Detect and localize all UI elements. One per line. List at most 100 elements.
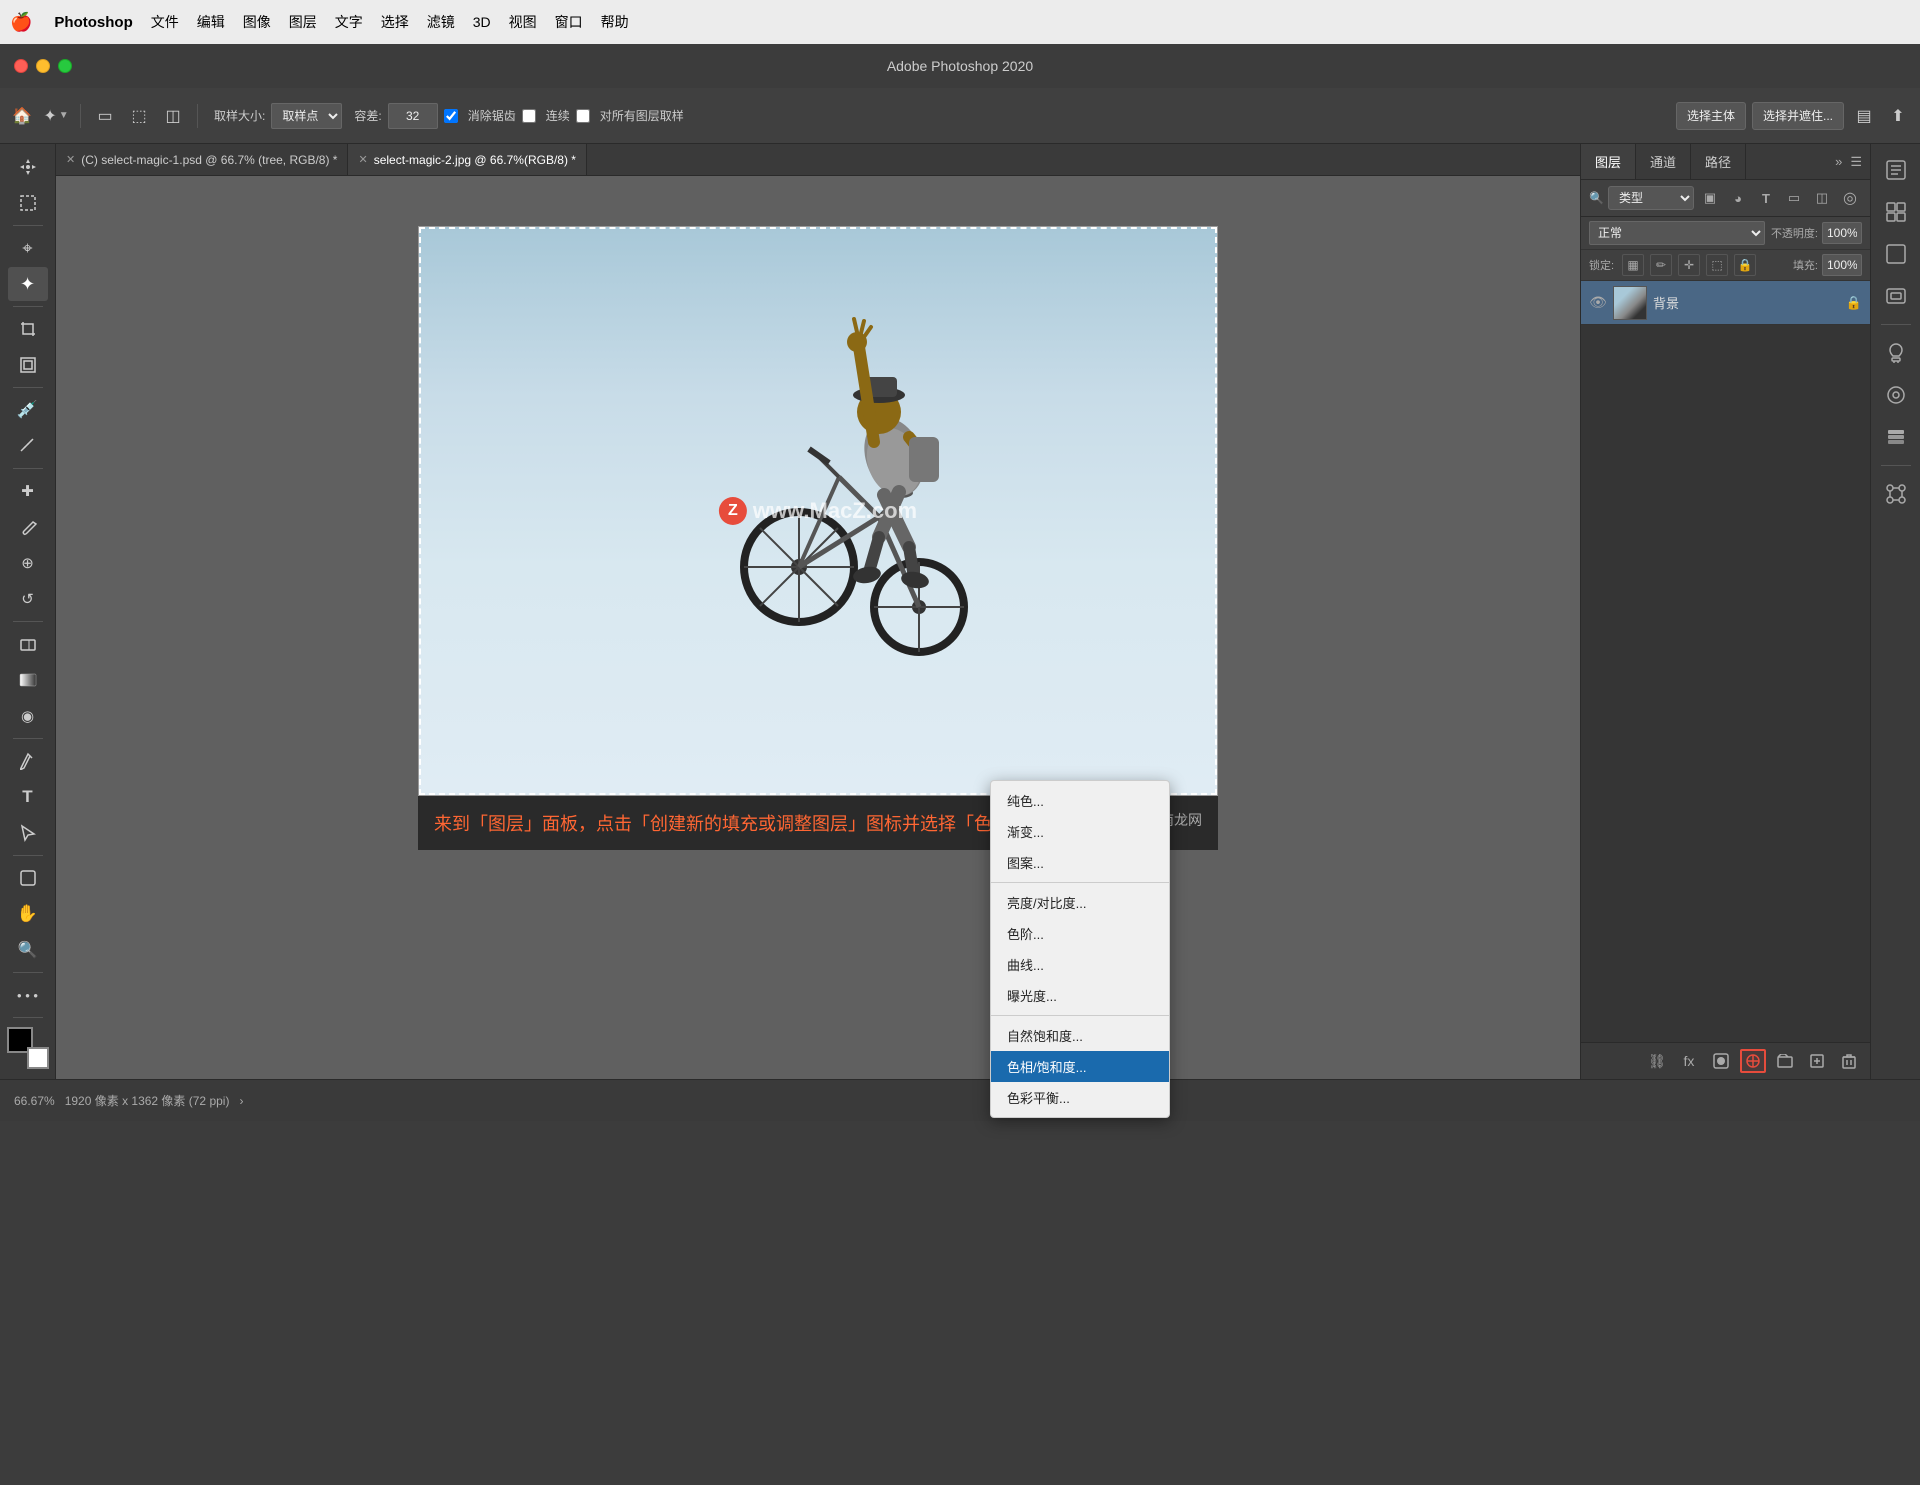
dropdown-item-hue-saturation[interactable]: 色相/饱和度... [991,1051,1169,1082]
dropdown-item-brightness[interactable]: 亮度/对比度... [991,887,1169,918]
panel-tab-layers[interactable]: 图层 [1581,144,1636,179]
tool-marquee[interactable] [8,186,48,220]
panel-menu-icon[interactable]: ☰ [1850,154,1862,170]
tool-shape[interactable] [8,861,48,895]
panel-tab-channels[interactable]: 通道 [1636,144,1691,179]
filter-toggle-icon[interactable]: ◎ [1838,186,1862,210]
dropdown-item-pattern[interactable]: 图案... [991,847,1169,878]
tool-pen[interactable] [8,744,48,778]
tool-hand[interactable]: ✋ [8,897,48,931]
menu-window[interactable]: 窗口 [555,12,583,32]
tool-magic-wand[interactable]: ✦ [8,267,48,301]
minimize-button[interactable] [36,59,50,73]
lock-all-btn[interactable]: 🔒 [1734,254,1756,276]
contiguous-checkbox[interactable] [522,109,536,123]
tolerance-input[interactable] [388,103,438,129]
dropdown-item-color-balance[interactable]: 色彩平衡... [991,1082,1169,1113]
all-layers-checkbox[interactable] [576,109,590,123]
sample-size-select[interactable]: 取样点 [271,103,342,129]
lock-position-btn[interactable]: ✛ [1678,254,1700,276]
fill-input[interactable] [1822,254,1862,276]
tool-gradient[interactable] [8,663,48,697]
tab-1-close[interactable]: ✕ [66,153,75,166]
app-menu[interactable]: Photoshop [54,14,132,31]
panel-layers-stack-icon[interactable] [1878,419,1914,455]
lock-paint-btn[interactable]: ✏ [1650,254,1672,276]
tool-history[interactable]: ↺ [8,582,48,616]
menu-help[interactable]: 帮助 [601,12,629,32]
layer-delete-button[interactable] [1836,1049,1862,1073]
dropdown-item-solid-color[interactable]: 纯色... [991,785,1169,816]
panel-lightbulb-icon[interactable] [1878,335,1914,371]
tool-eyedropper[interactable]: 💉 [8,393,48,427]
select-subject-button[interactable]: 选择主体 [1676,102,1746,130]
dropdown-item-gradient[interactable]: 渐变... [991,816,1169,847]
panel-square-icon[interactable] [1878,236,1914,272]
background-swatch[interactable] [27,1047,49,1069]
rectangular-marquee-icon[interactable]: ▭ [91,102,119,130]
menu-edit[interactable]: 编辑 [197,12,225,32]
panel-node-icon[interactable] [1878,476,1914,512]
maximize-button[interactable] [58,59,72,73]
statusbar-arrow[interactable]: › [239,1094,243,1108]
tool-type[interactable]: T [8,780,48,814]
menu-3d[interactable]: 3D [473,14,491,30]
tool-ruler[interactable] [8,429,48,463]
tool-healing[interactable]: ✚ [8,474,48,508]
panel-expand-icon[interactable]: » [1835,154,1842,169]
panel-adjust-icon[interactable] [1878,278,1914,314]
tool-lasso[interactable]: ⌖ [8,231,48,265]
filter-adjust-icon[interactable]: ◕ [1726,186,1750,210]
filter-shape-icon[interactable]: ▭ [1782,186,1806,210]
panel-history-icon[interactable] [1878,152,1914,188]
tool-selector[interactable]: ✦ ▼ [42,102,70,130]
tool-more[interactable]: • • • [8,978,48,1012]
menu-image[interactable]: 图像 [243,12,271,32]
close-button[interactable] [14,59,28,73]
menu-file[interactable]: 文件 [151,12,179,32]
dropdown-item-curves[interactable]: 曲线... [991,949,1169,980]
tool-clone[interactable]: ⊕ [8,546,48,580]
lock-artboard-btn[interactable]: ⬚ [1706,254,1728,276]
layer-item-background[interactable]: 👁 背景 🔒 [1581,281,1870,325]
dropdown-item-levels[interactable]: 色阶... [991,918,1169,949]
panel-brush-circle-icon[interactable] [1878,377,1914,413]
menu-text[interactable]: 文字 [335,12,363,32]
blend-mode-select[interactable]: 正常 [1589,221,1765,245]
tool-path-select[interactable] [8,816,48,850]
tool-dropdown-arrow[interactable]: ▼ [59,110,69,121]
tool-blur[interactable]: ◉ [8,699,48,733]
menu-select[interactable]: 选择 [381,12,409,32]
arrange-icon[interactable]: ▤ [1850,102,1878,130]
menu-filter[interactable]: 滤镜 [427,12,455,32]
dropdown-item-exposure[interactable]: 曝光度... [991,980,1169,1011]
layer-adjustment-button[interactable] [1740,1049,1766,1073]
layer-new-button[interactable] [1804,1049,1830,1073]
opacity-input[interactable] [1822,222,1862,244]
dropdown-item-vibrance[interactable]: 自然饱和度... [991,1020,1169,1051]
tool-move[interactable] [8,150,48,184]
share-icon[interactable]: ⬆ [1884,102,1912,130]
tool-crop[interactable] [8,312,48,346]
tool-brush[interactable] [8,510,48,544]
tool-zoom[interactable]: 🔍 [8,933,48,967]
tool-eraser[interactable] [8,627,48,661]
filter-pixel-icon[interactable]: ▣ [1698,186,1722,210]
panel-grid-icon[interactable] [1878,194,1914,230]
layer-fx-button[interactable]: fx [1676,1049,1702,1073]
tab-2[interactable]: ✕ select-magic-2.jpg @ 66.7%(RGB/8) * [348,144,586,175]
filter-type-icon[interactable]: T [1754,186,1778,210]
layer-filter-select[interactable]: 类型 [1608,186,1694,210]
tab-2-close[interactable]: ✕ [358,153,367,166]
tool-frame[interactable] [8,348,48,382]
lasso-icon[interactable]: ◫ [159,102,187,130]
select-refine-button[interactable]: 选择并遮住... [1752,102,1844,130]
panel-tab-paths[interactable]: 路径 [1691,144,1746,179]
layer-link-button[interactable]: ⛓ [1644,1049,1670,1073]
layer-mask-button[interactable] [1708,1049,1734,1073]
layer-visibility-icon[interactable]: 👁 [1589,294,1607,311]
anti-alias-checkbox[interactable] [444,109,458,123]
layer-group-button[interactable] [1772,1049,1798,1073]
menu-view[interactable]: 视图 [509,12,537,32]
home-icon[interactable]: 🏠 [8,102,36,130]
